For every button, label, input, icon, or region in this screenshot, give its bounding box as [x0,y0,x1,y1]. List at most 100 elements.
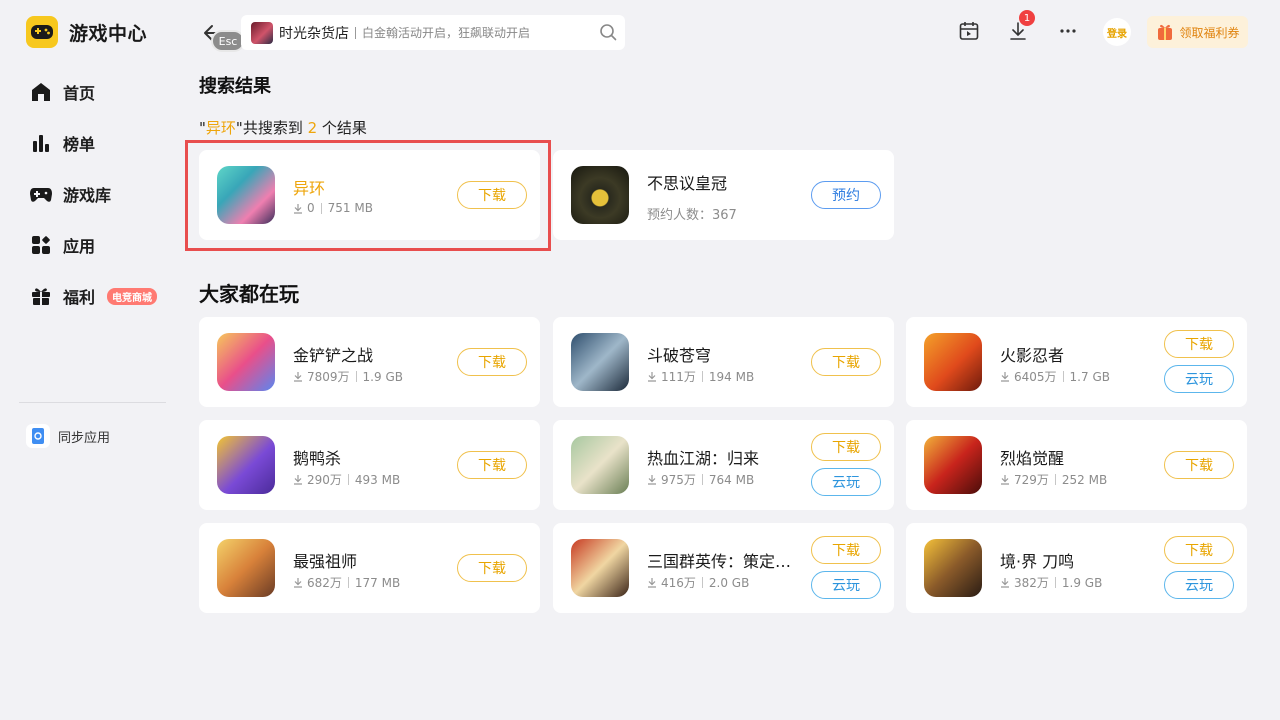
game-card-eyasha[interactable]: 鹅鸭杀 290万 493 MB 下载 [199,420,540,510]
game-icon-jingjie [924,539,982,597]
search-summary: "异环"共搜索到 2 个结果 [199,117,367,138]
meta-separator [355,371,357,382]
search-game-thumbnail [251,21,273,44]
game-name: 鹅鸭杀 [293,449,342,468]
meta-separator [701,474,703,485]
download-button[interactable]: 下载 [1164,536,1234,564]
gift-icon [29,284,53,308]
download-count: 416万 [661,576,696,590]
cloud-play-button[interactable]: 云玩 [1164,571,1234,599]
game-card-huoying[interactable]: 火影忍者 6405万 1.7 GB 下载 云玩 [906,317,1247,407]
sidebar-item-apps[interactable]: 应用 [29,230,95,260]
gift-bag-icon [1158,24,1173,40]
summary-suffix: 个结果 [317,119,367,137]
game-icon-sanguo [571,539,629,597]
game-name: 烈焰觉醒 [1000,449,1065,468]
sidebar-divider [19,402,166,403]
game-meta: 975万 764 MB [647,471,754,488]
app-title: 游戏中心 [69,22,148,45]
download-count-icon [294,578,302,588]
download-count: 729万 [1014,473,1049,487]
download-count-icon [294,372,302,382]
game-meta: 290万 493 MB [293,471,400,488]
search-results-title: 搜索结果 [199,76,271,97]
login-button[interactable]: 登录 [1103,18,1131,46]
game-icon-busiyi [571,166,629,224]
brand: 游戏中心 [26,16,147,48]
calendar-button[interactable] [956,18,982,44]
download-manager-button[interactable]: 1 [1005,10,1035,44]
game-card-sanguo[interactable]: 三国群英传：策定… 416万 2.0 GB 下载 云玩 [553,523,894,613]
more-options-button[interactable] [1055,18,1081,44]
ranking-icon [29,131,53,155]
game-name: 最强祖师 [293,552,358,571]
file-size: 493 MB [354,472,401,487]
download-button[interactable]: 下载 [811,348,881,376]
sidebar-item-home[interactable]: 首页 [29,77,95,107]
summary-middle: "共搜索到 [235,119,308,137]
download-count-icon [648,475,656,485]
file-size: 252 MB [1061,472,1108,487]
game-card-doupo[interactable]: 斗破苍穹 111万 194 MB 下载 [553,317,894,407]
reserve-count: 预约人数：367 [647,208,737,223]
download-count: 682万 [307,576,342,590]
download-button[interactable]: 下载 [457,348,527,376]
game-icon-rexue [571,436,629,494]
popular-title: 大家都在玩 [199,282,299,306]
game-card-rexue[interactable]: 热血江湖：归来 975万 764 MB 下载云玩 [553,420,894,510]
cloud-play-button[interactable]: 云玩 [1164,365,1234,393]
download-button[interactable]: 下载 [457,554,527,582]
cloud-play-button[interactable]: 云玩 [811,571,881,599]
result-count: 2 [307,119,318,137]
game-card-zuiqiang[interactable]: 最强祖师 682万 177 MB 下载 [199,523,540,613]
game-icon-huoying [924,333,982,391]
sidebar-item-label: 榜单 [63,135,96,154]
file-size: 177 MB [354,575,401,590]
summary-prefix: " [199,119,206,137]
game-meta: 7809万 1.9 GB [293,368,403,385]
game-name: 火影忍者 [1000,346,1065,365]
game-card-jingjie[interactable]: 境·界 刀鸣 382万 1.9 GB 下载 云玩 [906,523,1247,613]
sidebar: 游戏中心 首页 榜单 游戏库 应用 福利 电竞商城 同步应用 [0,0,185,720]
sidebar-item-label: 应用 [63,237,96,256]
download-button[interactable]: 下载 [811,433,881,461]
download-button[interactable]: 下载 [1164,451,1234,479]
home-icon [29,80,53,104]
file-size: 1.7 GB [1069,369,1110,384]
sync-apps-label: 同步应用 [58,430,111,446]
download-button[interactable]: 下载 [457,451,527,479]
search-icon[interactable] [599,23,617,41]
meta-separator [1062,371,1064,382]
game-card-jinchanchan[interactable]: 金铲铲之战 7809万 1.9 GB 下载 [199,317,540,407]
game-icon-jinchanchan [217,333,275,391]
reserve-button[interactable]: 预约 [811,181,881,209]
game-meta: 111万 194 MB [647,368,754,385]
game-name: 不思议皇冠 [647,174,728,193]
sidebar-item-ranking[interactable]: 榜单 [29,128,95,158]
download-count-badge: 1 [1019,10,1035,26]
meta-separator [347,474,349,485]
meta-separator [1054,577,1056,588]
sidebar-item-label: 游戏库 [63,186,112,205]
cloud-play-button[interactable]: 云玩 [811,468,881,496]
download-button[interactable]: 下载 [811,536,881,564]
result-card-busiyi[interactable]: 不思议皇冠 预约人数：367 预约 [553,150,894,240]
search-query: 异环 [205,119,236,137]
game-meta: 682万 177 MB [293,574,400,591]
sidebar-item-welfare[interactable]: 福利 电竞商城 [29,281,158,311]
download-button[interactable]: 下载 [1164,330,1234,358]
gamepad-logo-icon [26,16,58,48]
game-icon-eyasha [217,436,275,494]
search-box[interactable]: 时光杂货店 白金翰活动开启，狂飙联动开启 [241,15,625,50]
esc-tooltip: Esc [211,30,245,52]
claim-coupon-button[interactable]: 领取福利券 [1147,16,1248,48]
sidebar-item-game-library[interactable]: 游戏库 [29,179,111,209]
game-name: 热血江湖：归来 [647,449,760,468]
meta-separator [701,577,703,588]
game-card-lieyan[interactable]: 烈焰觉醒 729万 252 MB 下载 [906,420,1247,510]
meta-separator [347,577,349,588]
calendar-icon [959,22,979,40]
sync-apps-button[interactable]: 同步应用 [26,424,110,448]
download-count-icon [1001,475,1009,485]
file-size: 1.9 GB [362,369,403,384]
